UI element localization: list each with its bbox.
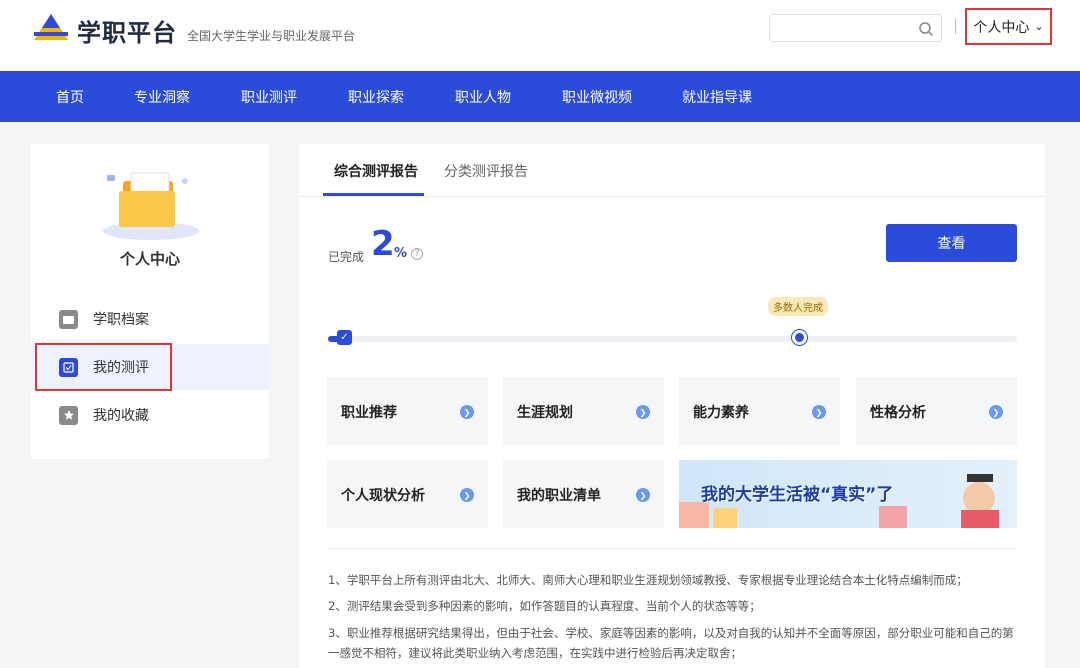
card-career-planning[interactable]: 生涯规划 ❯ <box>503 377 664 445</box>
sidebar-item-favorites[interactable]: 我的收藏 <box>31 392 269 438</box>
notes-divider <box>328 548 1017 549</box>
card-label: 能力素养 <box>693 405 749 421</box>
view-button[interactable]: 查看 <box>886 224 1017 262</box>
main-panel: 综合测评报告 分类测评报告 已完成 2 % ? 查看 ✓ 多数人完成 职业推荐 … <box>299 144 1045 668</box>
card-label: 生涯规划 <box>517 405 573 421</box>
card-career-recommend[interactable]: 职业推荐 ❯ <box>327 377 488 445</box>
arrow-right-icon: ❯ <box>460 488 474 502</box>
completion-unit: % <box>394 246 408 261</box>
tab-category-report[interactable]: 分类测评报告 <box>444 161 528 181</box>
search-icon[interactable] <box>918 21 934 37</box>
note-item: 2、测评结果会受到多种因素的影响，如作答题目的认真程度、当前个人的状态等等； <box>328 599 761 613</box>
card-personal-status[interactable]: 个人现状分析 ❯ <box>327 460 488 528</box>
brand-name[interactable]: 学职平台 <box>77 13 177 48</box>
card-personality[interactable]: 性格分析 ❯ <box>856 377 1017 445</box>
note-item: 1、学职平台上所有测评由北大、北师大、南师大心理和职业生涯规划领域教授、专家根据… <box>328 573 968 587</box>
note-item: 3、职业推荐根据研究结果得出，但由于社会、学校、家庭等因素的影响，以及对自我的认… <box>328 626 1014 660</box>
completion-value: 2 <box>371 224 395 264</box>
sidebar-item-label: 我的收藏 <box>93 408 149 424</box>
folder-icon <box>59 309 78 329</box>
promo-banner[interactable]: 我的大学生活被“真实”了 <box>679 460 1017 528</box>
sidebar-item-label: 学职档案 <box>93 312 149 328</box>
majority-marker <box>792 330 807 345</box>
completion-label: 已完成 <box>328 250 365 264</box>
user-center-dropdown[interactable]: 个人中心 ⌄ <box>965 8 1052 45</box>
sidebar-title: 个人中心 <box>119 250 180 268</box>
slogan: 全国大学生学业与职业发展平台 <box>187 29 356 43</box>
arrow-right-icon: ❯ <box>460 405 474 419</box>
arrow-right-icon: ❯ <box>989 405 1003 419</box>
search-box[interactable] <box>769 14 942 42</box>
nav-item-home[interactable]: 首页 <box>56 87 84 107</box>
tab-divider <box>299 196 1045 197</box>
checkbox-icon <box>59 357 78 377</box>
check-icon: ✓ <box>337 330 352 345</box>
sidebar-item-my-assessment[interactable]: 我的测评 <box>31 344 269 390</box>
nav-item-career-videos[interactable]: 职业微视频 <box>562 87 632 107</box>
logo-icon <box>34 14 68 40</box>
main-nav: 首页 专业洞察 职业测评 职业探索 职业人物 职业微视频 就业指导课 <box>0 71 1080 122</box>
nav-item-major-insight[interactable]: 专业洞察 <box>134 87 190 107</box>
tab-comprehensive-report[interactable]: 综合测评报告 <box>334 161 418 181</box>
majority-marker-label: 多数人完成 <box>768 297 828 316</box>
star-icon <box>59 405 78 425</box>
card-career-list[interactable]: 我的职业清单 ❯ <box>503 460 664 528</box>
chevron-down-icon: ⌄ <box>1034 20 1044 33</box>
card-label: 性格分析 <box>870 405 926 421</box>
card-label: 个人现状分析 <box>341 488 425 504</box>
progress-track <box>328 336 1017 342</box>
card-label: 职业推荐 <box>341 405 397 421</box>
card-ability[interactable]: 能力素养 ❯ <box>679 377 840 445</box>
banner-text: 我的大学生活被“真实”了 <box>701 485 894 505</box>
nav-item-career-explore[interactable]: 职业探索 <box>348 87 404 107</box>
sidebar: 个人中心 学职档案 我的测评 我的收藏 <box>31 144 269 459</box>
nav-item-career-people[interactable]: 职业人物 <box>455 87 511 107</box>
card-label: 我的职业清单 <box>517 488 601 504</box>
sidebar-item-label: 我的测评 <box>93 360 149 376</box>
sidebar-item-archive[interactable]: 学职档案 <box>31 296 269 342</box>
user-center-label: 个人中心 <box>973 19 1030 36</box>
arrow-right-icon: ❯ <box>636 405 650 419</box>
nav-item-job-guidance[interactable]: 就业指导课 <box>682 87 752 107</box>
header-separator <box>955 18 956 34</box>
folder-illustration-icon <box>103 172 199 240</box>
search-input[interactable] <box>770 15 910 41</box>
arrow-right-icon: ❯ <box>636 488 650 502</box>
nav-item-career-assessment[interactable]: 职业测评 <box>241 87 297 107</box>
help-icon[interactable]: ? <box>411 248 423 260</box>
arrow-right-icon: ❯ <box>812 405 826 419</box>
header: 学职平台 全国大学生学业与职业发展平台 个人中心 ⌄ <box>0 0 1080 71</box>
